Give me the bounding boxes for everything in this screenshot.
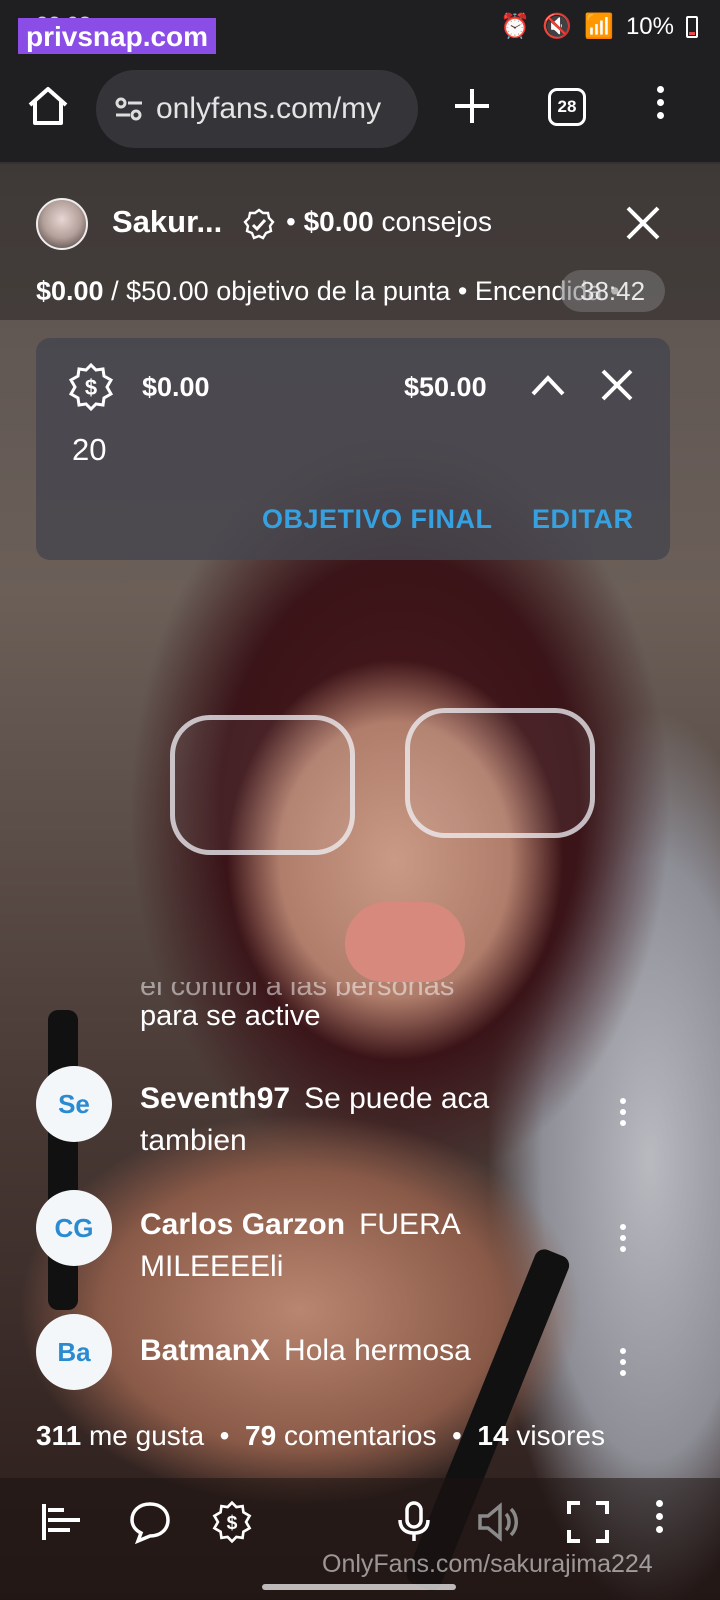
panel-target-amount: $50.00 — [404, 372, 487, 402]
fullscreen-icon[interactable] — [566, 1500, 610, 1544]
browser-toolbar: onlyfans.com/my 28 — [0, 54, 720, 164]
comment-body: Carlos Garzon FUERA MILEEEEli — [140, 1204, 580, 1288]
tips-amount: $0.00 — [303, 206, 374, 237]
comment-more-icon[interactable] — [618, 1098, 628, 1138]
comment-text-line2: tambien — [140, 1124, 247, 1157]
chat-bubble-icon[interactable] — [128, 1500, 172, 1544]
tips-label: consejos — [381, 206, 492, 237]
goal-current-amount: $0.00 — [36, 276, 104, 306]
mute-icon: 🔇 — [542, 13, 573, 40]
edit-goal-button[interactable]: EDITAR — [532, 504, 634, 535]
comment-more-icon[interactable] — [618, 1224, 628, 1264]
svg-text:$: $ — [227, 1512, 238, 1534]
site-settings-icon[interactable] — [114, 94, 144, 124]
lips — [345, 902, 465, 982]
final-goal-button[interactable]: OBJETIVO FINAL — [262, 504, 493, 535]
tab-switcher-button[interactable]: 28 — [548, 88, 586, 126]
watermark-top: privsnap.com — [18, 18, 217, 56]
verified-badge-icon — [243, 208, 275, 240]
likes-count: 311 — [36, 1420, 82, 1451]
svg-text:$: $ — [85, 375, 97, 400]
chat-partial-top: el control a las personas — [140, 982, 454, 996]
goal-target-amount: $50.00 — [126, 276, 209, 306]
comment-body: BatmanX Hola hermosa — [140, 1330, 580, 1372]
chat-partial-text: para se active — [140, 1000, 321, 1032]
home-icon[interactable] — [26, 84, 70, 128]
close-panel-icon[interactable] — [600, 368, 634, 402]
more-options-icon[interactable] — [652, 1500, 666, 1544]
viewers-label: visores — [516, 1420, 606, 1451]
comment-body: Seventh97 Se puede aca tambien — [140, 1078, 580, 1162]
comment-text-line1: Se puede aca — [304, 1082, 490, 1115]
url-text: onlyfans.com/my — [156, 92, 382, 125]
goal-separator: / — [103, 276, 127, 306]
comment-avatar[interactable]: Se — [36, 1066, 112, 1142]
live-timer: 38:42 — [560, 270, 666, 312]
comment-text-line1: Hola hermosa — [284, 1334, 471, 1367]
panel-current-amount: $0.00 — [142, 372, 210, 402]
goals-list-icon[interactable] — [40, 1500, 84, 1544]
chat-message-partial: el control a las personas para se active — [140, 982, 454, 1036]
alarm-icon: ⏰ — [500, 13, 531, 40]
glasses-left-lens — [170, 715, 355, 855]
comments-count: 79 — [245, 1420, 277, 1451]
address-bar[interactable]: onlyfans.com/my — [96, 70, 418, 148]
speaker-icon[interactable] — [476, 1500, 520, 1544]
new-tab-icon[interactable] — [452, 86, 492, 126]
live-controls-bar: $ — [0, 1478, 720, 1600]
chevron-up-icon[interactable] — [530, 372, 566, 398]
comment-text-line2: MILEEEEli — [140, 1250, 284, 1283]
comment-avatar[interactable]: Ba — [36, 1314, 112, 1390]
comment-user[interactable]: Seventh97 — [140, 1082, 290, 1115]
tip-goal-panel: $ 20 $0.00 $50.00 OBJETIVO FINAL EDITAR — [36, 338, 670, 560]
glasses-right-lens — [405, 708, 595, 838]
comment-more-icon[interactable] — [618, 1348, 628, 1388]
gesture-navigation-bar[interactable] — [262, 1584, 456, 1590]
browser-menu-icon[interactable] — [650, 86, 670, 126]
battery-icon — [686, 15, 698, 38]
comment-user[interactable]: Carlos Garzon — [140, 1208, 345, 1241]
goal-summary: $0.00 / $50.00 objetivo de la punta • En… — [36, 276, 619, 306]
status-icons: ⏰ 🔇 📶 10% — [500, 12, 698, 41]
comment-text-line1: FUERA — [359, 1208, 461, 1241]
send-tip-icon[interactable]: $ — [210, 1500, 254, 1544]
comment-user[interactable]: BatmanX — [140, 1334, 270, 1367]
comment-avatar[interactable]: CG — [36, 1190, 112, 1266]
viewers-count: 14 — [477, 1420, 509, 1451]
creator-avatar[interactable] — [36, 198, 88, 250]
tips-summary: • $0.00 consejos — [286, 206, 492, 238]
tip-coin-icon: $ — [68, 362, 114, 412]
likes-label: me gusta — [88, 1420, 205, 1451]
watermark-bottom: OnlyFans.com/sakurajima224 — [322, 1550, 653, 1578]
creator-name[interactable]: Sakur... — [112, 204, 222, 240]
goal-label: objetivo de la punta — [216, 276, 451, 306]
comments-label: comentarios — [283, 1420, 437, 1451]
separator-dot: • — [286, 206, 304, 237]
microphone-icon[interactable] — [392, 1500, 436, 1544]
live-stats: 311 me gusta • 79 comentarios • 14 visor… — [36, 1420, 606, 1451]
tip-count: 20 — [72, 432, 107, 467]
wifi-icon: 📶 — [584, 13, 614, 40]
close-live-icon[interactable] — [624, 204, 662, 242]
battery-percent: 10% — [625, 12, 674, 40]
